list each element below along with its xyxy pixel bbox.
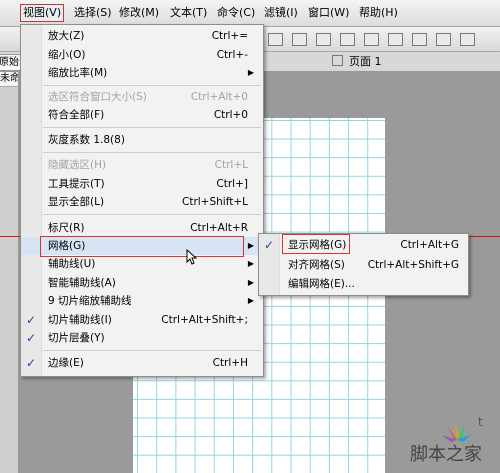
- menu-item-label: 缩放比率(M): [48, 67, 108, 79]
- submenu-arrow-icon: ▶: [247, 278, 254, 287]
- menu-separator: [43, 85, 261, 86]
- check-icon: ✓: [26, 313, 37, 327]
- menu-bar: 视图(V) 选择(S) 修改(M) 文本(T) 命令(C) 滤镜(I) 窗口(W…: [0, 0, 500, 27]
- menu-item-label: 智能辅助线(A): [48, 277, 116, 289]
- group-icon[interactable]: [292, 33, 307, 46]
- menu-item-label: 切片层叠(Y): [48, 332, 105, 344]
- menu-item-label: 选区符合窗口大小(S): [48, 91, 147, 103]
- menu-separator: [43, 127, 261, 128]
- menu-window[interactable]: 窗口(W): [306, 5, 351, 21]
- menu-text[interactable]: 文本(T): [168, 5, 209, 21]
- menu-item-slice-guides[interactable]: ✓ 切片辅助线(I) Ctrl+Alt+Shift+;: [21, 311, 263, 329]
- menu-item-shortcut: Ctrl+H: [212, 357, 248, 369]
- menu-item-shortcut: Ctrl+0: [213, 109, 248, 121]
- menu-item-zoom-in[interactable]: 放大(Z) Ctrl+=: [21, 27, 263, 45]
- combine-icon[interactable]: [316, 33, 331, 46]
- menu-item-shortcut: Ctrl+]: [216, 178, 248, 190]
- menu-modify[interactable]: 修改(M): [117, 5, 161, 21]
- menu-item-shortcut: Ctrl+Alt+Shift+;: [161, 314, 248, 326]
- menu-item-label: 放大(Z): [48, 30, 85, 42]
- menu-item-label: 标尺(R): [48, 222, 85, 234]
- menu-item-shortcut: Ctrl+=: [211, 30, 248, 42]
- original-tab[interactable]: 原始: [0, 54, 22, 71]
- submenu-arrow-icon: ▶: [247, 259, 254, 268]
- menu-item-gamma[interactable]: 灰度系数 1.8(8): [21, 131, 263, 149]
- menu-item-label: 灰度系数 1.8(8): [48, 134, 125, 146]
- menu-filters[interactable]: 滤镜(I): [262, 5, 300, 21]
- menu-item-guides[interactable]: 辅助线(U) ▶: [21, 255, 263, 273]
- menu-item-smart-guides[interactable]: 智能辅助线(A) ▶: [21, 274, 263, 292]
- menu-view[interactable]: 视图(V): [20, 4, 65, 22]
- check-icon: ✓: [264, 238, 275, 252]
- intersect-icon[interactable]: [364, 33, 379, 46]
- menu-item-fit-selection: 选区符合窗口大小(S) Ctrl+Alt+0: [21, 88, 263, 106]
- grid-item-highlight-box: [40, 236, 244, 257]
- mouse-cursor-icon: [186, 249, 198, 265]
- menu-item-label: 辅助线(U): [48, 258, 96, 270]
- menu-item-label: 编辑网格(E)...: [288, 278, 355, 290]
- view-menu-dropdown: 放大(Z) Ctrl+= 缩小(O) Ctrl+- 缩放比率(M) ▶ 选区符合…: [20, 24, 264, 377]
- check-icon: ✓: [26, 356, 37, 370]
- menu-separator: [43, 214, 261, 215]
- menu-item-shortcut: Ctrl+Alt+R: [190, 222, 248, 234]
- menu-item-magnification[interactable]: 缩放比率(M) ▶: [21, 64, 263, 82]
- menu-item-tooltips[interactable]: 工具提示(T) Ctrl+]: [21, 175, 263, 193]
- menu-separator: [43, 152, 261, 153]
- submenu-arrow-icon: ▶: [247, 296, 254, 305]
- submenu-item-snap-to-grid[interactable]: 对齐网格(S) Ctrl+Alt+Shift+G: [259, 256, 468, 274]
- menu-item-rulers[interactable]: 标尺(R) Ctrl+Alt+R: [21, 219, 263, 237]
- menu-item-label: 切片辅助线(I): [48, 314, 112, 326]
- page-tab[interactable]: 页面 1: [332, 54, 412, 69]
- menu-item-shortcut: Ctrl+Alt+0: [190, 91, 248, 103]
- align-left-icon[interactable]: [460, 33, 475, 46]
- submenu-arrow-icon: ▶: [247, 241, 254, 250]
- untitled-tab[interactable]: 未命名: [0, 72, 18, 87]
- page-icon: [332, 55, 343, 66]
- menu-item-label: 缩小(O): [48, 49, 86, 61]
- punch-icon[interactable]: [388, 33, 403, 46]
- menu-item-label: 9 切片缩放辅助线: [48, 295, 132, 307]
- menu-item-slice-overlay[interactable]: ✓ 切片层叠(Y): [21, 329, 263, 347]
- menu-item-label: 边缘(E): [48, 357, 84, 369]
- align-icon[interactable]: [268, 33, 283, 46]
- left-panel-strip: 未命名: [0, 72, 18, 473]
- show-grid-highlight-box: [282, 234, 350, 254]
- menu-item-shortcut: Ctrl+L: [214, 159, 248, 171]
- watermark-letter: t: [478, 415, 483, 429]
- menu-item-9-slice-guides[interactable]: 9 切片缩放辅助线 ▶: [21, 292, 263, 310]
- submenu-item-edit-grid[interactable]: 编辑网格(E)...: [259, 275, 468, 293]
- crop-icon[interactable]: [412, 33, 427, 46]
- menu-item-zoom-out[interactable]: 缩小(O) Ctrl+-: [21, 46, 263, 64]
- menu-item-hide-selection: 隐藏选区(H) Ctrl+L: [21, 156, 263, 174]
- menu-select[interactable]: 选择(S): [72, 5, 114, 21]
- page-tab-label: 页面 1: [349, 55, 382, 68]
- menu-item-shortcut: Ctrl+Shift+L: [182, 196, 248, 208]
- menu-commands[interactable]: 命令(C): [215, 5, 257, 21]
- distribute-icon[interactable]: [436, 33, 451, 46]
- watermark-text: 脚本之家: [410, 444, 482, 465]
- menu-item-label: 工具提示(T): [48, 178, 105, 190]
- menu-item-fit-all[interactable]: 符合全部(F) Ctrl+0: [21, 106, 263, 124]
- submenu-arrow-icon: ▶: [247, 68, 254, 77]
- menu-item-show-all[interactable]: 显示全部(L) Ctrl+Shift+L: [21, 193, 263, 211]
- menu-item-label: 符合全部(F): [48, 109, 105, 121]
- menu-item-label: 对齐网格(S): [288, 259, 345, 271]
- union-icon[interactable]: [340, 33, 355, 46]
- menu-help[interactable]: 帮助(H): [357, 5, 400, 21]
- menu-item-label: 隐藏选区(H): [48, 159, 107, 171]
- menu-separator: [43, 350, 261, 351]
- check-icon: ✓: [26, 331, 37, 345]
- menu-item-shortcut: Ctrl+Alt+Shift+G: [367, 259, 459, 271]
- menu-item-edges[interactable]: ✓ 边缘(E) Ctrl+H: [21, 354, 263, 372]
- menu-item-shortcut: Ctrl+Alt+G: [400, 239, 459, 251]
- menu-item-label: 显示全部(L): [48, 196, 105, 208]
- menu-item-shortcut: Ctrl+-: [216, 49, 248, 61]
